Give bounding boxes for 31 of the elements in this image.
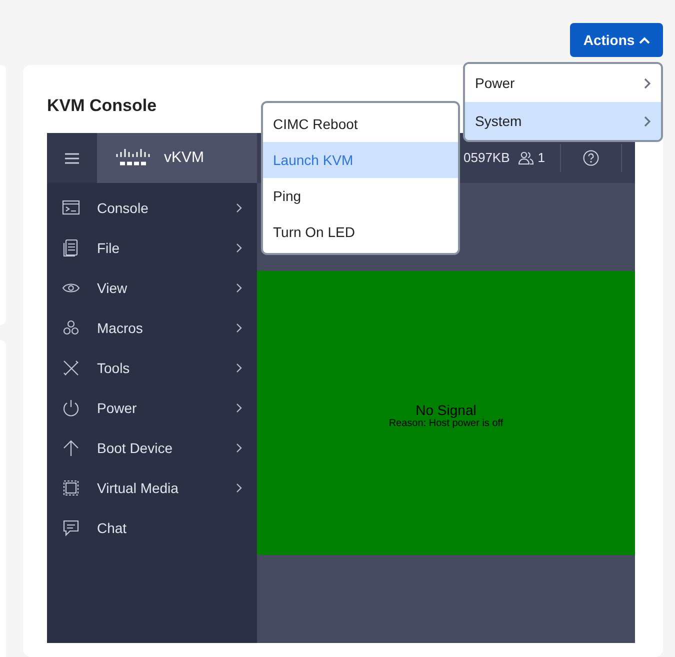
sidebar-item[interactable]: View — [47, 268, 257, 308]
menu-icon[interactable] — [47, 133, 97, 183]
sidebar-item[interactable]: Power — [47, 388, 257, 428]
user-count: 1 — [538, 149, 545, 168]
logo-icon — [116, 148, 150, 168]
cubes-icon — [62, 319, 80, 337]
sidebar-item[interactable]: Boot Device — [47, 428, 257, 468]
product-name: vKVM — [164, 148, 204, 168]
menu-item[interactable]: System — [465, 102, 661, 140]
sidebar-item[interactable]: Macros — [47, 308, 257, 348]
sidebar-item[interactable]: File — [47, 228, 257, 268]
card-title: KVM Console — [47, 95, 157, 117]
chevron-up-icon — [638, 36, 650, 44]
chevron-right-icon — [644, 116, 651, 126]
media-icon — [62, 479, 80, 497]
chevron-right-icon — [644, 78, 651, 88]
data-rate: 0597KB — [464, 149, 510, 168]
console-icon — [62, 199, 80, 217]
chat-icon — [62, 519, 80, 537]
actions-button[interactable]: Actions — [570, 23, 663, 57]
power-icon — [62, 399, 80, 417]
sidebar-item[interactable]: Virtual Media — [47, 468, 257, 508]
arrow-up-icon — [62, 439, 80, 457]
document-icon — [62, 239, 80, 257]
users-icon — [518, 151, 534, 165]
sidebar-item[interactable]: Chat — [47, 508, 257, 548]
no-signal-message: No Signal — [416, 402, 476, 418]
reason-text: Reason: Host power is off — [388, 418, 504, 430]
sidebar-item[interactable]: Tools — [47, 348, 257, 388]
help-icon[interactable] — [583, 150, 599, 166]
sidebar-item[interactable]: Console — [47, 188, 257, 228]
